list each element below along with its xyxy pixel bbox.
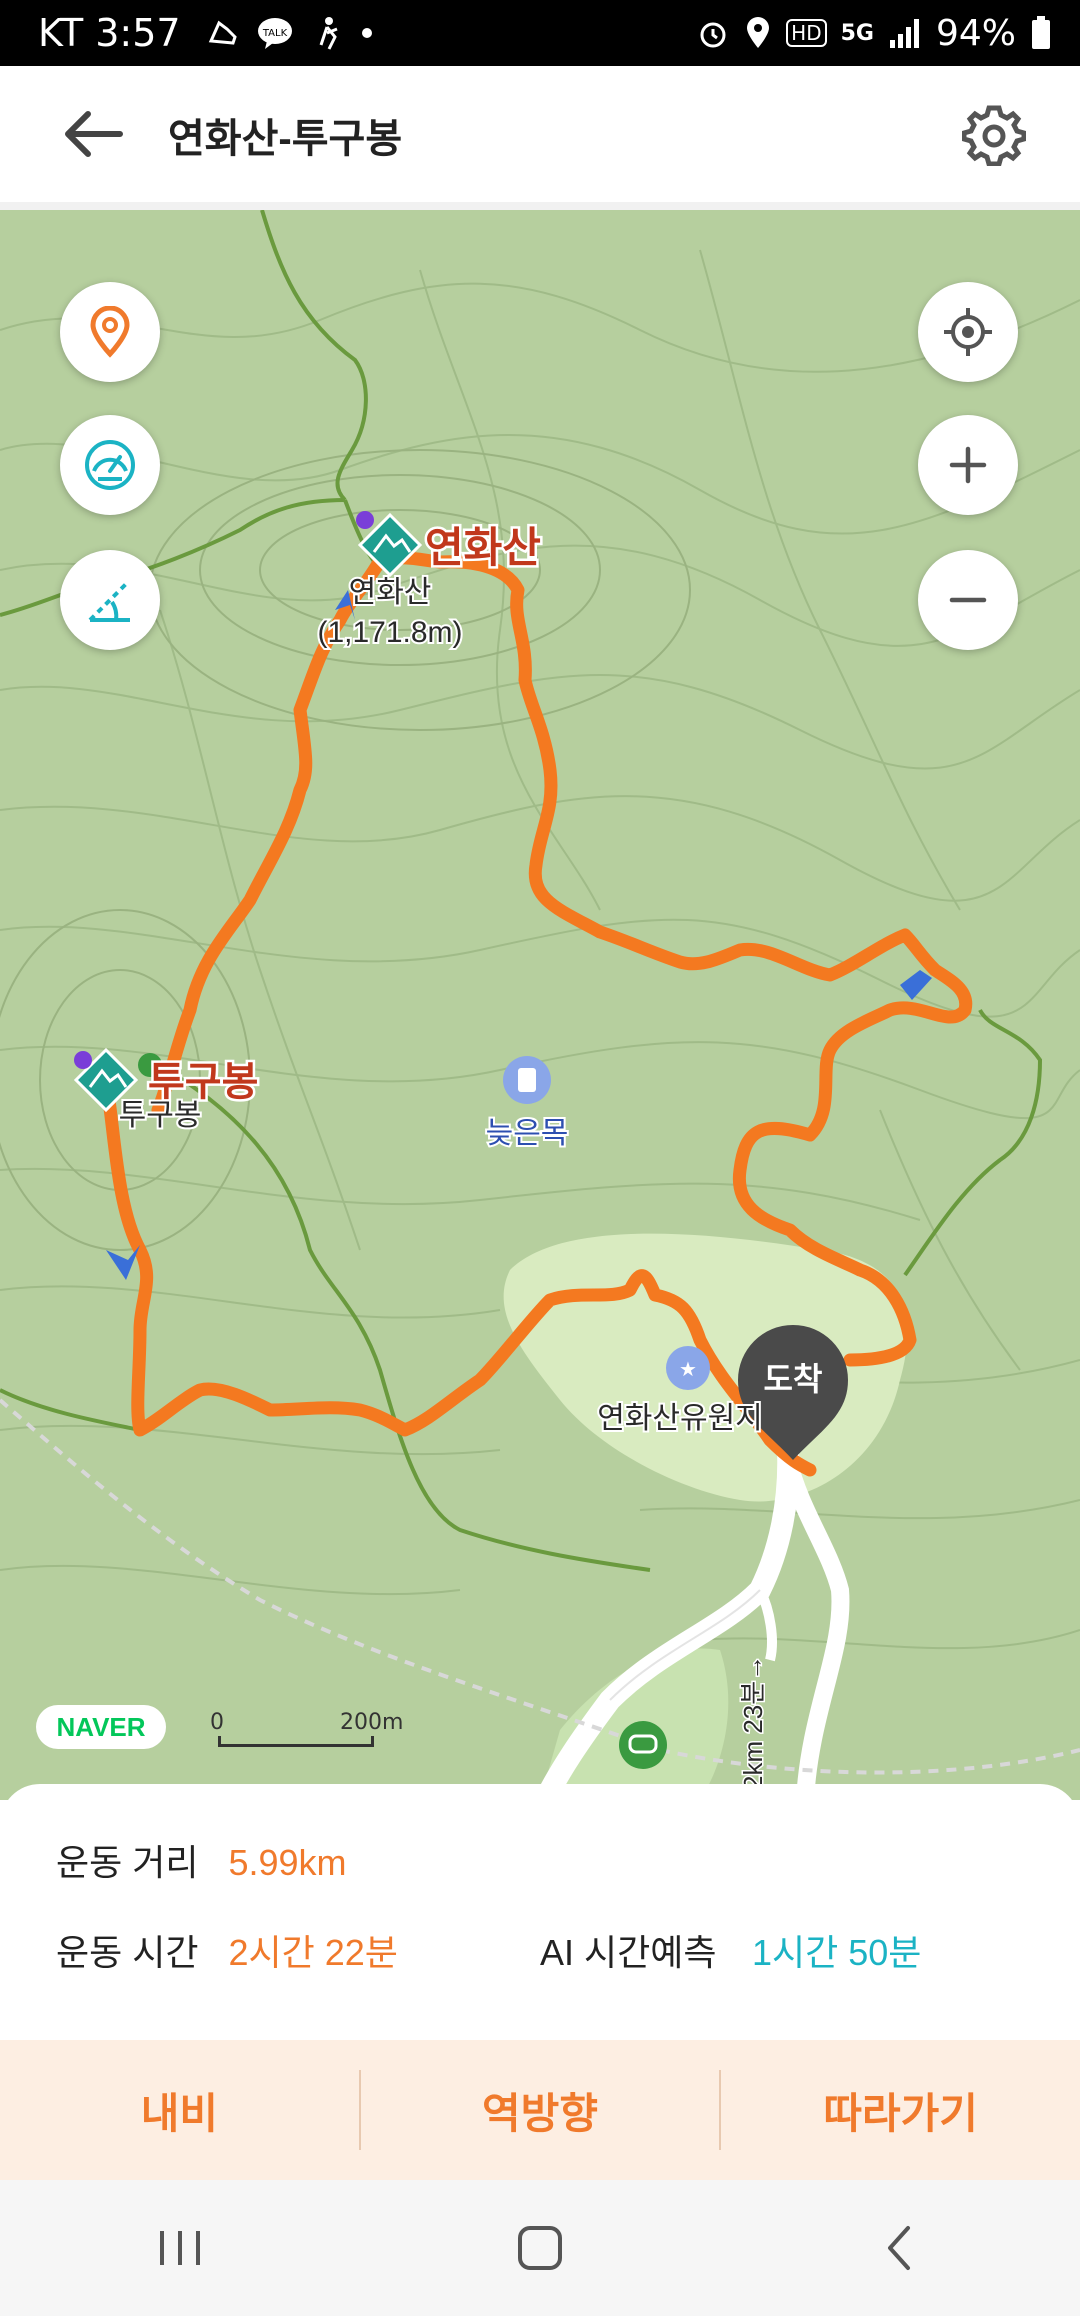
park-poi-icon[interactable]: ★ — [666, 1346, 710, 1390]
status-bar: KT 3:57 TALK HD 5G 94% — [0, 0, 1080, 66]
recent-apps-icon[interactable] — [150, 2223, 210, 2273]
location-icon — [747, 17, 770, 48]
time-row: 운동 시간 2시간 22분 — [56, 1924, 398, 1976]
home-icon[interactable] — [510, 2218, 570, 2278]
network-type: 5G — [840, 20, 874, 46]
map-scale: 0 200m — [210, 1710, 403, 1750]
poi-pin-button[interactable] — [60, 282, 160, 382]
peak-elevation: (1,171.8m) — [317, 616, 462, 649]
navi-button[interactable]: 내비 — [0, 2040, 359, 2180]
map-view[interactable]: ★ 도착 연화산 연화산 (1,171.8m) 투구봉 투구봉 늦은목 연화산유… — [0, 210, 1080, 1800]
battery-icon — [1032, 16, 1050, 49]
map-pin-icon — [90, 306, 130, 358]
signal-icon — [889, 19, 919, 48]
map-canvas[interactable]: ★ 도착 연화산 연화산 (1,171.8m) 투구봉 투구봉 늦은목 연화산유… — [0, 210, 1080, 1800]
road-label: 2km 23분→ — [738, 1655, 768, 1790]
ai-estimate-value: 1시간 50분 — [752, 1932, 922, 1973]
distance-row: 운동 거리 5.99km — [56, 1834, 347, 1886]
page-title: 연화산-투구봉 — [168, 117, 403, 161]
action-bar: 내비 역방향 따라가기 — [0, 2040, 1080, 2180]
notification-icons: TALK — [205, 15, 375, 51]
arrival-label: 도착 — [764, 1361, 823, 1397]
slope-icon — [88, 580, 130, 622]
battery-percent: 94% — [935, 12, 1016, 54]
follow-button[interactable]: 따라가기 — [721, 2040, 1080, 2180]
scale-bar — [218, 1736, 374, 1747]
status-left: KT 3:57 TALK — [38, 0, 375, 66]
scale-zero: 0 — [210, 1710, 224, 1735]
speedometer-icon — [85, 440, 135, 490]
peak-label-yeonhwa: 연화산 — [425, 524, 541, 571]
talk-icon: TALK — [257, 18, 292, 49]
peak-label-tugu: 투구봉 — [148, 1060, 258, 1104]
distance-label: 운동 거리 — [56, 1842, 199, 1883]
shoe-icon — [208, 20, 237, 45]
my-location-button[interactable] — [918, 282, 1018, 382]
minus-icon — [949, 597, 987, 603]
status-right: HD 5G 94% — [696, 0, 1052, 66]
peak-sublabel-yeonhwa: 연화산 — [349, 576, 432, 609]
zoom-out-button[interactable] — [918, 550, 1018, 650]
road-poi-icon[interactable] — [619, 1721, 667, 1769]
distance-value: 5.99km — [228, 1842, 347, 1883]
nav-back-icon[interactable] — [870, 2218, 930, 2278]
system-nav-bar — [0, 2180, 1080, 2316]
pass-label: 늦은목 — [486, 1117, 569, 1150]
time-label: 운동 시간 — [56, 1932, 199, 1973]
naver-logo[interactable]: NAVER — [36, 1705, 166, 1749]
svg-text:TALK: TALK — [261, 28, 287, 39]
back-arrow-icon[interactable] — [60, 106, 130, 162]
gear-icon[interactable] — [962, 102, 1026, 166]
ai-estimate-label: AI 시간예측 — [540, 1932, 717, 1973]
reverse-button[interactable]: 역방향 — [361, 2040, 720, 2180]
alarm-icon — [700, 22, 726, 48]
carrier-time: KT 3:57 — [38, 11, 181, 55]
hd-badge: HD — [786, 19, 827, 47]
app-header: 연화산-투구봉 — [0, 66, 1080, 210]
hiker-icon — [319, 17, 338, 50]
zoom-in-button[interactable] — [918, 415, 1018, 515]
scale-label: 200m — [340, 1710, 404, 1735]
svg-text:★: ★ — [679, 1357, 697, 1381]
peak-sublabel-tugu: 투구봉 — [119, 1099, 202, 1132]
park-label: 연화산유원지 — [597, 1402, 763, 1435]
crosshair-icon — [944, 308, 992, 356]
speed-button[interactable] — [60, 415, 160, 515]
pass-poi-icon[interactable] — [503, 1056, 551, 1104]
altitude-button[interactable] — [60, 550, 160, 650]
plus-icon — [949, 446, 987, 484]
time-value: 2시간 22분 — [228, 1932, 398, 1973]
dot-icon — [361, 28, 372, 38]
